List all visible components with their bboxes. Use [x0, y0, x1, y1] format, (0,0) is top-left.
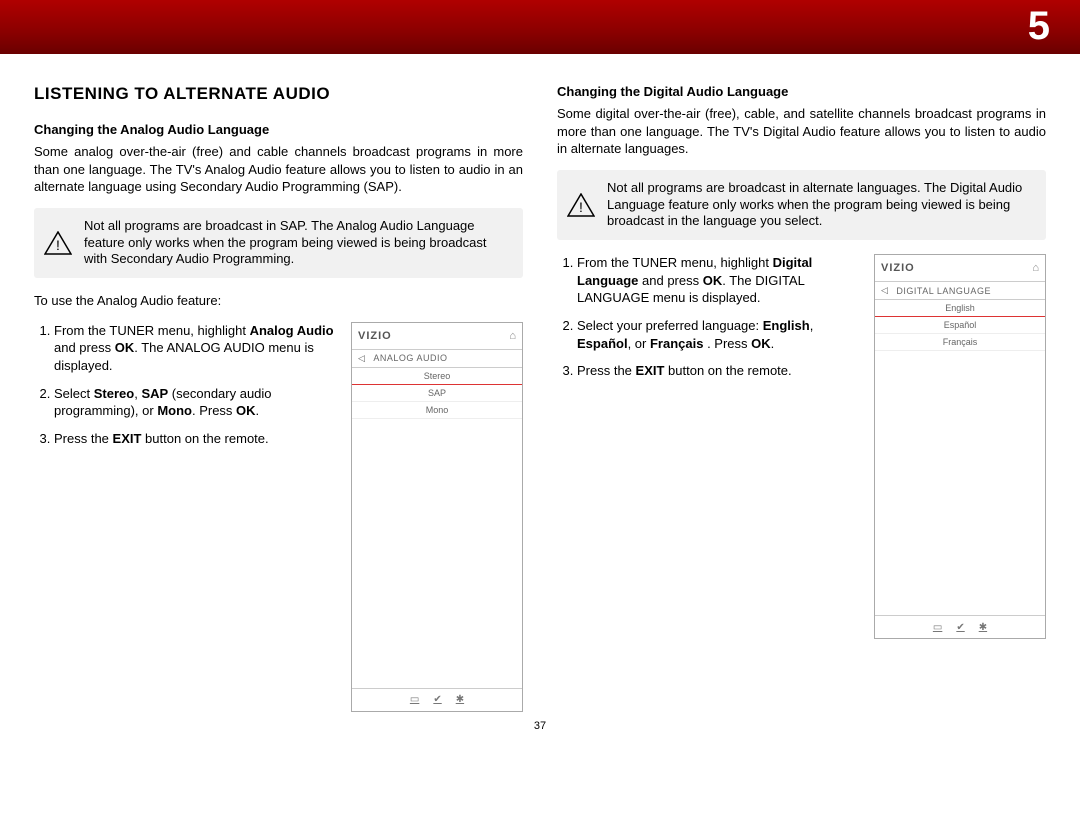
menu-footer-icons: ▭ ✔ ✱ — [352, 688, 522, 711]
v-icon: ✔ — [433, 694, 441, 705]
digital-steps: From the TUNER menu, highlight Digital L… — [557, 254, 858, 379]
digital-menu-screenshot: VIZIO ⌂ ◁ DIGITAL LANGUAGE EnglishEspaño… — [874, 254, 1046, 639]
analog-note-text: Not all programs are broadcast in SAP. T… — [84, 218, 509, 269]
menu-brand: VIZIO — [358, 330, 509, 342]
menu-footer-icons: ▭ ✔ ✱ — [875, 615, 1045, 638]
menu-option: English — [875, 300, 1045, 317]
analog-leadin: To use the Analog Audio feature: — [34, 292, 523, 310]
step-item: Press the EXIT button on the remote. — [54, 430, 335, 448]
svg-text:!: ! — [579, 199, 583, 215]
menu-option: SAP — [352, 385, 522, 402]
warning-icon: ! — [567, 193, 595, 217]
analog-menu-screenshot: VIZIO ⌂ ◁ ANALOG AUDIO StereoSAPMono ▭ ✔… — [351, 322, 523, 712]
menu-title: ANALOG AUDIO — [373, 353, 447, 363]
menu-option: Español — [875, 317, 1045, 334]
wide-icon: ▭ — [410, 694, 419, 705]
step-item: From the TUNER menu, highlight Analog Au… — [54, 322, 335, 375]
analog-heading: Changing the Analog Audio Language — [34, 122, 523, 137]
section-title: LISTENING TO ALTERNATE AUDIO — [34, 84, 523, 104]
menu-option: Français — [875, 334, 1045, 351]
digital-intro: Some digital over-the-air (free), cable,… — [557, 105, 1046, 158]
svg-text:!: ! — [56, 237, 60, 253]
menu-brand: VIZIO — [881, 262, 1032, 274]
page-content: LISTENING TO ALTERNATE AUDIO Changing th… — [0, 54, 1080, 712]
step-item: From the TUNER menu, highlight Digital L… — [577, 254, 858, 307]
digital-heading: Changing the Digital Audio Language — [557, 84, 1046, 99]
home-icon: ⌂ — [1032, 262, 1039, 274]
gear-icon: ✱ — [979, 622, 987, 633]
chapter-number: 5 — [1028, 4, 1050, 49]
step-item: Select your preferred language: English,… — [577, 317, 858, 352]
warning-icon: ! — [44, 231, 72, 255]
analog-note: ! Not all programs are broadcast in SAP.… — [34, 208, 523, 279]
menu-option: Mono — [352, 402, 522, 419]
home-icon: ⌂ — [509, 330, 516, 342]
step-item: Select Stereo, SAP (secondary audio prog… — [54, 385, 335, 420]
gear-icon: ✱ — [456, 694, 464, 705]
analog-intro: Some analog over-the-air (free) and cabl… — [34, 143, 523, 196]
column-left: LISTENING TO ALTERNATE AUDIO Changing th… — [34, 84, 523, 712]
wide-icon: ▭ — [933, 622, 942, 633]
v-icon: ✔ — [956, 622, 964, 633]
digital-note: ! Not all programs are broadcast in alte… — [557, 170, 1046, 241]
menu-option: Stereo — [352, 368, 522, 385]
back-icon: ◁ — [881, 285, 888, 296]
step-item: Press the EXIT button on the remote. — [577, 362, 858, 380]
analog-steps: From the TUNER menu, highlight Analog Au… — [34, 322, 335, 447]
menu-title: DIGITAL LANGUAGE — [896, 286, 991, 296]
column-right: Changing the Digital Audio Language Some… — [557, 84, 1046, 712]
page-number: 37 — [0, 720, 1080, 732]
digital-note-text: Not all programs are broadcast in altern… — [607, 180, 1032, 231]
header-bar: 5 — [0, 0, 1080, 54]
back-icon: ◁ — [358, 353, 365, 364]
